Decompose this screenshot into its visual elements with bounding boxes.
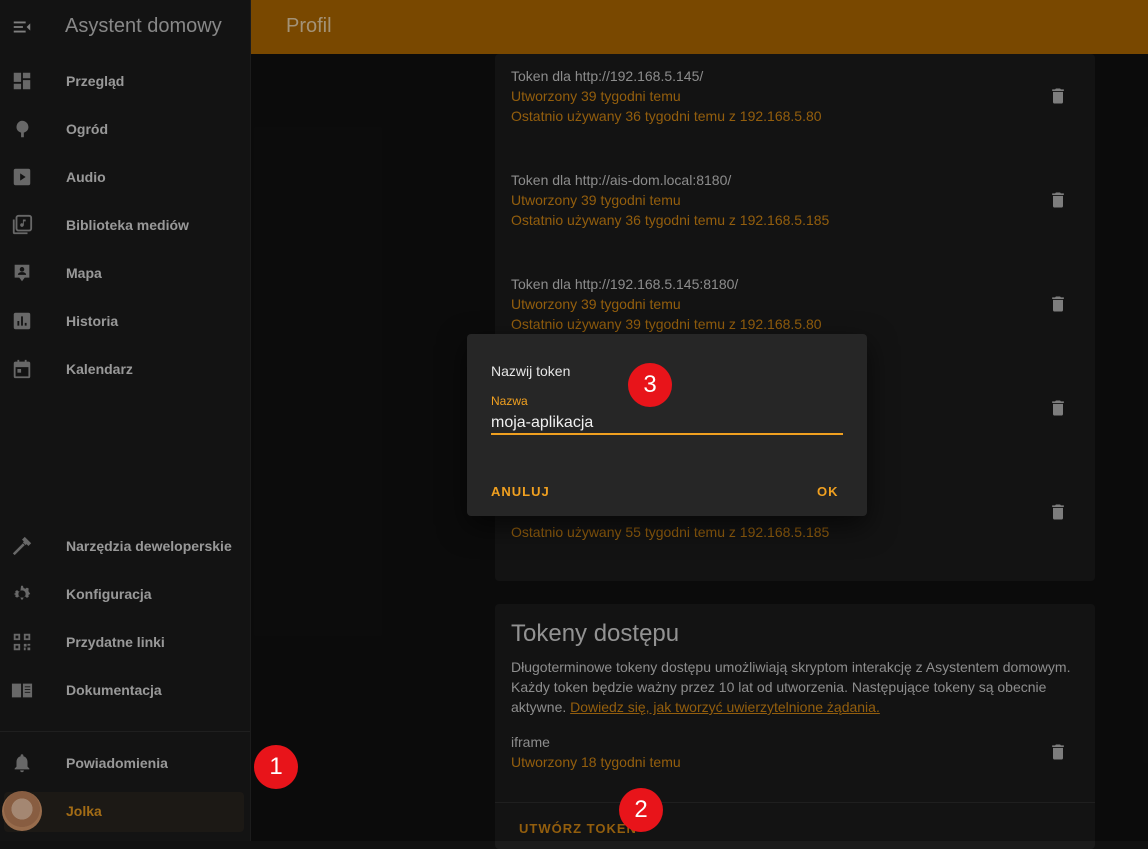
cancel-button[interactable]: ANULUJ — [491, 484, 550, 499]
ok-button[interactable]: OK — [817, 484, 839, 499]
name-token-dialog: Nazwij token Nazwa ANULUJ OK — [467, 334, 867, 516]
step-badge: 1 — [254, 745, 298, 789]
input-underline — [491, 433, 843, 435]
step-badge: 3 — [628, 363, 672, 407]
field-label: Nazwa — [491, 394, 528, 408]
step-badge: 2 — [619, 788, 663, 832]
dialog-title: Nazwij token — [491, 363, 571, 379]
token-name-input[interactable] — [491, 411, 843, 435]
